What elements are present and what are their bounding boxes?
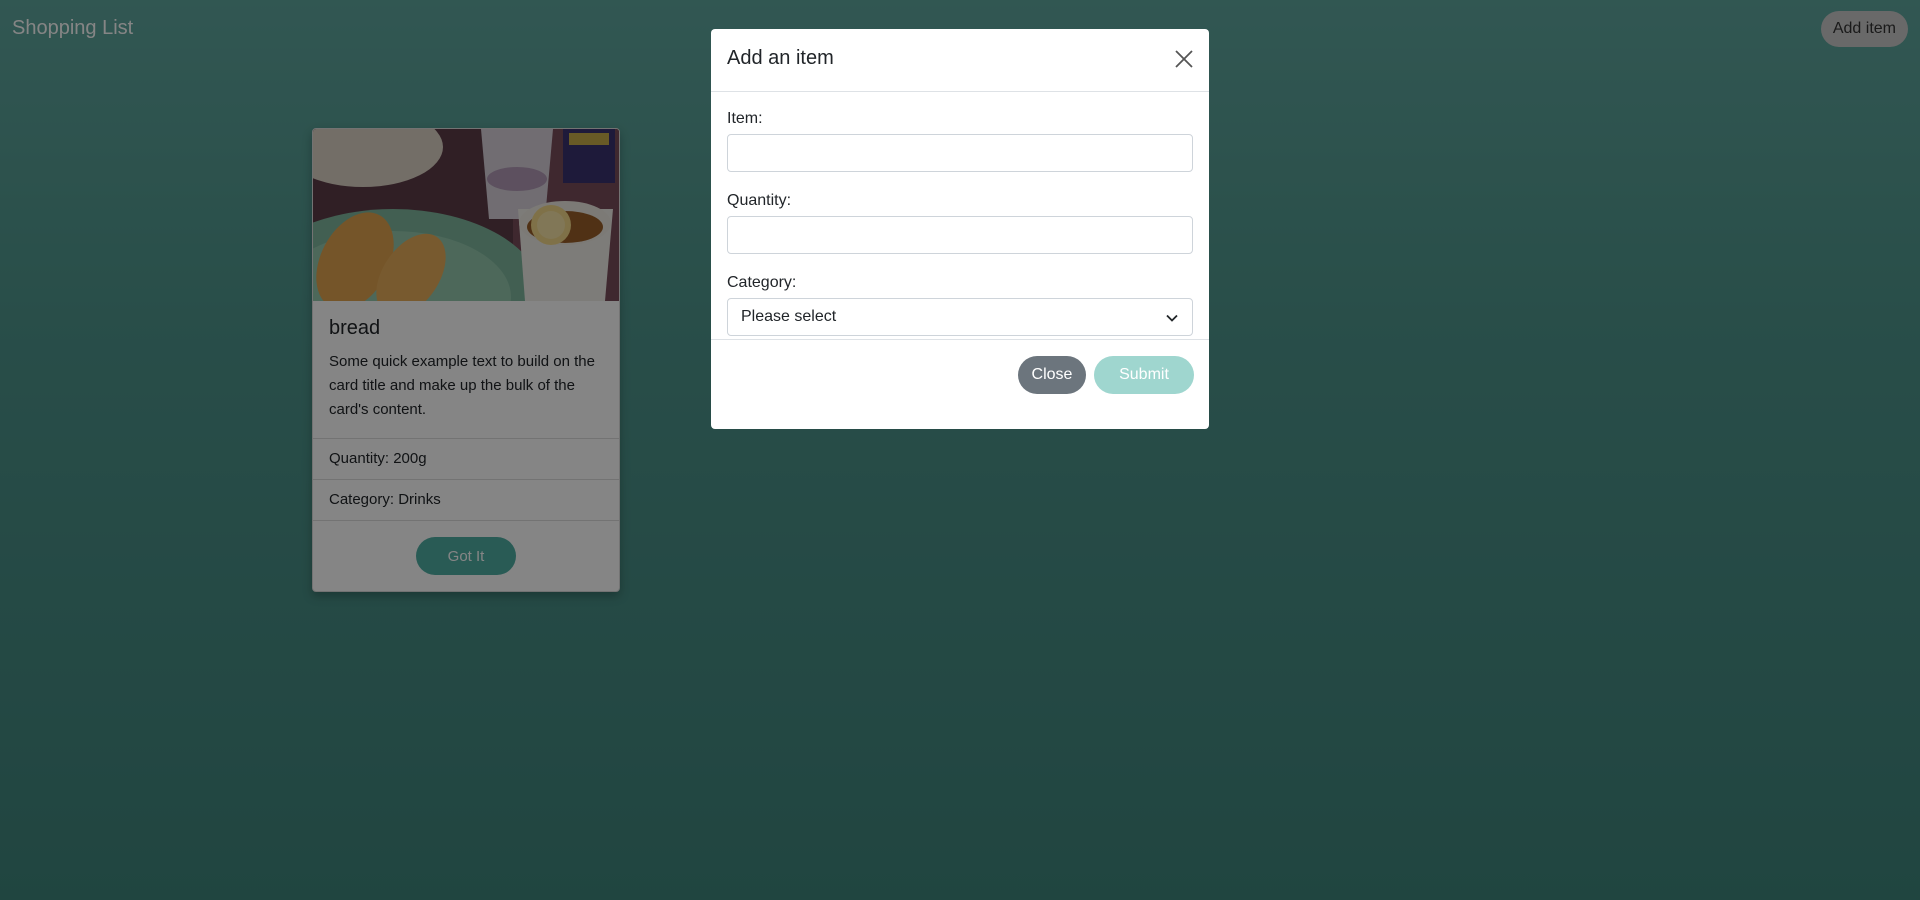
item-label: Item: (727, 110, 763, 127)
submit-button[interactable]: Submit (1094, 356, 1194, 394)
modal-header: Add an item (711, 29, 1209, 92)
quantity-input[interactable] (727, 216, 1193, 254)
item-input[interactable] (727, 134, 1193, 172)
category-selected-value: Please select (741, 308, 837, 325)
add-item-modal: Add an item Item: Quantity: Category: Pl… (711, 29, 1209, 429)
modal-footer: Close Submit (711, 340, 1209, 410)
close-button[interactable]: Close (1018, 356, 1086, 394)
quantity-label: Quantity: (727, 192, 792, 209)
category-select[interactable]: Please select (727, 298, 1193, 336)
modal-title: Add an item (727, 47, 834, 69)
category-label: Category: (727, 274, 797, 291)
chevron-down-icon (1166, 314, 1178, 322)
close-icon[interactable] (1173, 48, 1195, 70)
modal-body: Item: Quantity: Category: Please select (711, 92, 1209, 340)
